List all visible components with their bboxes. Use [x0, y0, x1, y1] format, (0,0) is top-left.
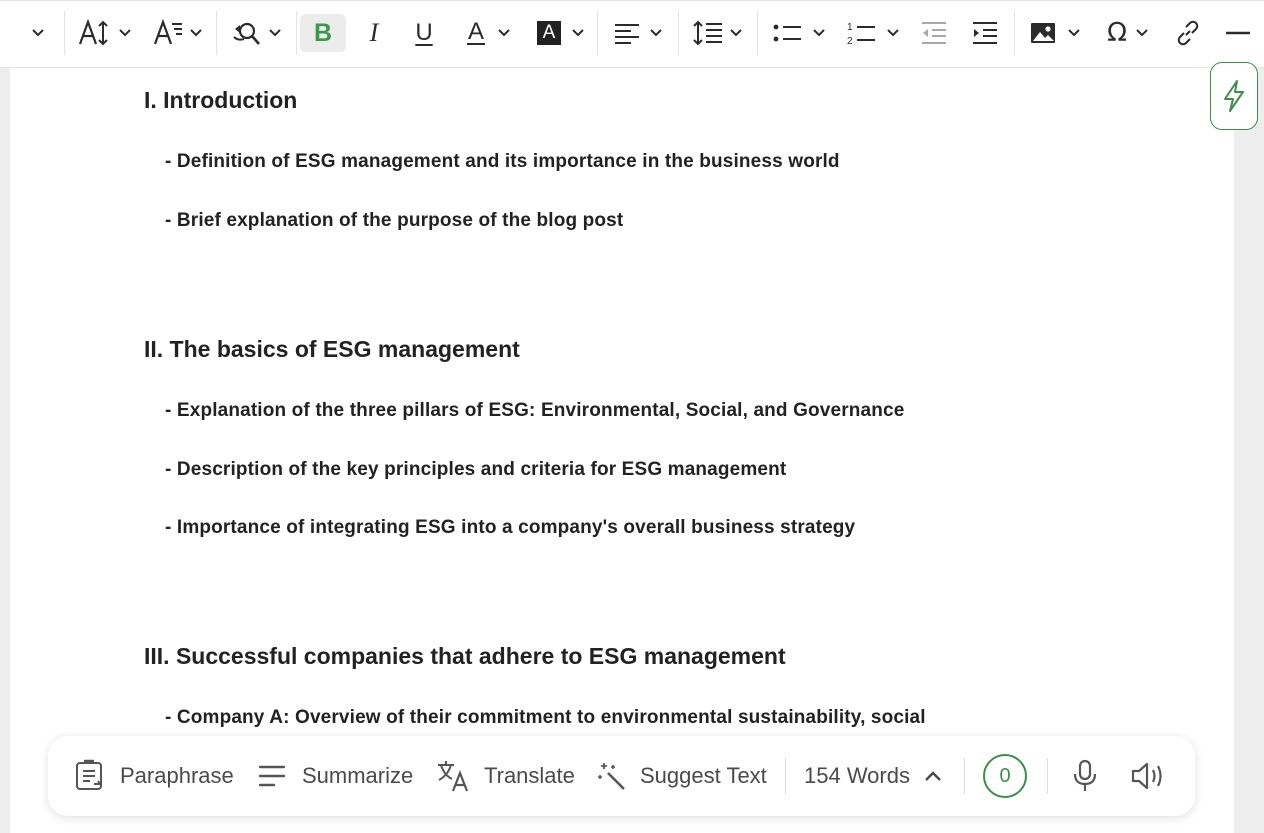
bullet-list-icon [773, 24, 801, 42]
bold-button[interactable]: B [300, 14, 346, 52]
toolbar-divider [757, 11, 758, 55]
italic-button[interactable]: I [352, 14, 396, 52]
outline-item: - Company A: Overview of their commitmen… [165, 707, 926, 728]
read-aloud-button[interactable] [1130, 758, 1166, 794]
translate-icon [438, 761, 469, 792]
actionbar-divider [1047, 758, 1048, 794]
toolbar-divider [1014, 11, 1015, 55]
translate-label: Translate [484, 763, 575, 788]
word-count: 154 Words [804, 763, 910, 788]
word-count-toggle[interactable]: 154 Words [804, 758, 942, 794]
actionbar-divider [785, 758, 786, 794]
chevron-up-icon [925, 771, 941, 781]
paraphrase-button[interactable]: Paraphrase [74, 758, 234, 794]
font-color-button[interactable]: A [460, 14, 518, 52]
flash-icon [1224, 80, 1244, 112]
block-style-dropdown[interactable] [24, 14, 52, 52]
chevron-down-icon [1068, 29, 1080, 37]
link-icon [1177, 20, 1199, 46]
toolbar-divider [597, 11, 598, 55]
font-size-button[interactable] [76, 14, 134, 52]
chevron-down-icon [730, 29, 742, 37]
chevron-down-icon [887, 29, 899, 37]
section-heading: III. Successful companies that adhere to… [144, 643, 786, 669]
toolbar-divider [64, 11, 65, 55]
svg-text:2: 2 [847, 36, 853, 46]
image-icon [1031, 23, 1055, 43]
chevron-down-icon [650, 29, 662, 37]
numbered-list-icon: 1 2 [847, 22, 875, 46]
toolbar-divider [216, 11, 217, 55]
svg-text:1: 1 [847, 22, 853, 33]
outline-item: - Brief explanation of the purpose of th… [165, 210, 624, 231]
line-height-icon [693, 20, 722, 46]
actionbar-divider [964, 758, 965, 794]
issues-score-badge[interactable]: 0 [983, 754, 1027, 798]
dictation-button[interactable] [1072, 758, 1098, 794]
outdent-button[interactable] [914, 14, 954, 52]
omega-icon: Ω [1107, 18, 1127, 48]
special-character-button[interactable]: Ω [1098, 14, 1158, 52]
microphone-icon [1073, 759, 1097, 791]
font-size-icon [78, 19, 108, 46]
paraphrase-label: Paraphrase [120, 763, 234, 788]
highlight-icon: A [537, 21, 561, 45]
magic-wand-icon [598, 763, 625, 790]
suggest-text-label: Suggest Text [640, 763, 767, 788]
insert-link-button[interactable] [1168, 14, 1208, 52]
summarize-label: Summarize [302, 763, 414, 788]
chevron-down-icon [190, 29, 202, 37]
chevron-down-icon [32, 29, 44, 37]
find-replace-icon [233, 22, 260, 45]
indent-button[interactable] [964, 14, 1006, 52]
outline-item: - Explanation of the three pillars of ES… [165, 400, 905, 421]
paraphrase-icon [76, 759, 102, 790]
toolbar-divider [296, 11, 297, 55]
bold-icon: B [313, 18, 333, 47]
chevron-down-icon [813, 29, 825, 37]
translate-button[interactable]: Translate [436, 758, 575, 794]
chevron-down-icon [269, 29, 281, 37]
section-heading: I. Introduction [144, 87, 298, 113]
font-color-icon: A [466, 18, 485, 45]
highlight-color-button[interactable]: A [532, 14, 590, 52]
chevron-down-icon [1136, 29, 1148, 37]
underline-button[interactable]: U [402, 14, 446, 52]
speaker-icon [1131, 762, 1162, 790]
suggest-text-button[interactable]: Suggest Text [598, 758, 767, 794]
quick-action-button[interactable] [1210, 62, 1258, 130]
section-heading: II. The basics of ESG management [144, 336, 520, 362]
chevron-down-icon [572, 29, 584, 37]
summarize-icon [258, 765, 286, 787]
outline-item: - Description of the key principles and … [165, 459, 787, 480]
line-height-button[interactable] [688, 14, 748, 52]
toolbar-divider [678, 11, 679, 55]
indent-icon [973, 22, 997, 44]
editor-toolbar: B I U A A 1 2 Ω [0, 0, 1264, 68]
chevron-down-icon [119, 29, 131, 37]
chevron-down-icon [498, 29, 510, 37]
horizontal-rule-icon [1226, 31, 1250, 35]
outdent-icon [922, 22, 946, 44]
document-page[interactable]: I. Introduction - Definition of ESG mana… [10, 68, 1234, 833]
italic-icon: I [369, 18, 379, 47]
align-left-icon [615, 24, 639, 44]
outline-item: - Importance of integrating ESG into a c… [165, 517, 856, 538]
outline-item: - Definition of ESG management and its i… [165, 151, 840, 172]
insert-image-button[interactable] [1024, 14, 1086, 52]
find-replace-button[interactable] [228, 14, 286, 52]
align-button[interactable] [608, 14, 668, 52]
writing-assistant-bar: Paraphrase Summarize Translate Suggest T… [48, 736, 1195, 816]
underline-icon: U [415, 19, 433, 46]
bullet-list-button[interactable] [768, 14, 830, 52]
numbered-list-button[interactable]: 1 2 [842, 14, 904, 52]
horizontal-rule-button[interactable] [1222, 14, 1254, 52]
text-format-button[interactable] [150, 14, 206, 52]
summarize-button[interactable]: Summarize [258, 758, 413, 794]
text-format-icon [153, 19, 182, 45]
